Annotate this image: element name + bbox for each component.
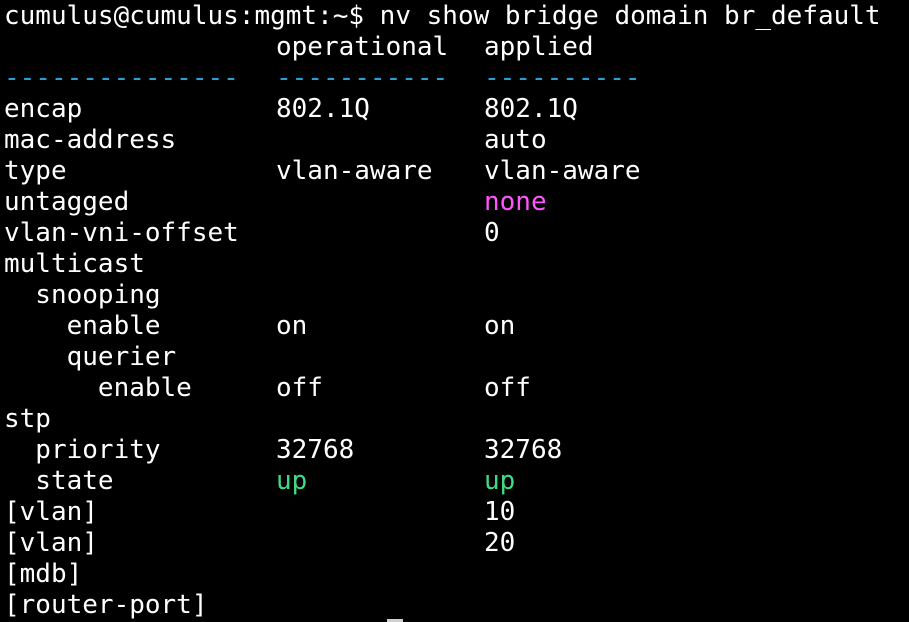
header-applied: applied — [484, 32, 594, 62]
row-applied: 20 — [484, 528, 516, 558]
row-key: [router-port] — [4, 590, 208, 620]
table-row: [router-port] — [4, 590, 208, 621]
terminal-window[interactable]: cumulus@cumulus:mgmt:~$ nv show bridge d… — [0, 0, 909, 622]
row-key: mac-address — [4, 125, 177, 155]
row-operational: 32768 — [276, 435, 355, 465]
table-row: untagged none — [4, 187, 547, 218]
row-applied: auto — [484, 125, 547, 155]
table-row: [mdb] — [4, 559, 82, 590]
command-prompt-line: cumulus@cumulus:mgmt:~$ nv show bridge d… — [4, 1, 881, 32]
row-applied: 10 — [484, 497, 516, 527]
row-key: stp — [4, 404, 51, 434]
row-applied: off — [484, 373, 531, 403]
table-row: stp — [4, 404, 67, 435]
row-operational: off — [276, 373, 323, 403]
row-applied: 802.1Q — [484, 94, 578, 124]
table-separator: --------------- ----------- ---------- — [4, 63, 641, 94]
row-key: [vlan] — [4, 497, 98, 527]
row-key: state — [4, 466, 114, 496]
table-row: multicast — [4, 249, 145, 280]
row-key: priority — [4, 435, 161, 465]
row-key: [vlan] — [4, 528, 98, 558]
separator-applied: ---------- — [484, 63, 641, 93]
row-applied: 32768 — [484, 435, 563, 465]
command-prompt: cumulus@cumulus:mgmt:~$ nv show bridge d… — [4, 1, 881, 31]
row-key: type — [4, 156, 67, 186]
row-key: multicast — [4, 249, 145, 279]
table-row: encap 802.1Q 802.1Q — [4, 94, 578, 125]
row-key: vlan-vni-offset — [4, 218, 239, 248]
table-row: enable off off — [4, 373, 531, 404]
row-key: encap — [4, 94, 83, 124]
table-row: mac-address auto — [4, 125, 547, 156]
row-applied: 0 — [484, 218, 500, 248]
table-row: vlan-vni-offset 0 — [4, 218, 500, 249]
table-row: state up up — [4, 466, 515, 497]
row-key: querier — [4, 342, 177, 372]
row-operational: on — [276, 311, 308, 341]
row-key: [mdb] — [4, 559, 83, 589]
row-key: enable — [4, 373, 192, 403]
row-operational: 802.1Q — [276, 94, 370, 124]
table-row: priority 32768 32768 — [4, 435, 562, 466]
row-applied: vlan-aware — [484, 156, 641, 186]
table-row: type vlan-aware vlan-aware — [4, 156, 641, 187]
row-applied-up: up — [484, 466, 516, 496]
row-operational: vlan-aware — [276, 156, 433, 186]
row-operational-up: up — [276, 466, 308, 496]
table-row: enable on on — [4, 311, 516, 342]
row-key: snooping — [4, 280, 161, 310]
row-key: enable — [4, 311, 161, 341]
table-row: [vlan] 20 — [4, 528, 515, 559]
header-operational: operational — [276, 32, 449, 62]
separator-key: --------------- — [4, 63, 239, 93]
table-row: querier — [4, 342, 177, 373]
table-row: snooping — [4, 280, 160, 311]
row-applied-none: none — [484, 187, 547, 217]
row-key: untagged — [4, 187, 130, 217]
table-row: [vlan] 10 — [4, 497, 515, 528]
table-header: operational applied — [4, 32, 594, 63]
separator-operational: ----------- — [276, 63, 449, 93]
row-applied: on — [484, 311, 516, 341]
